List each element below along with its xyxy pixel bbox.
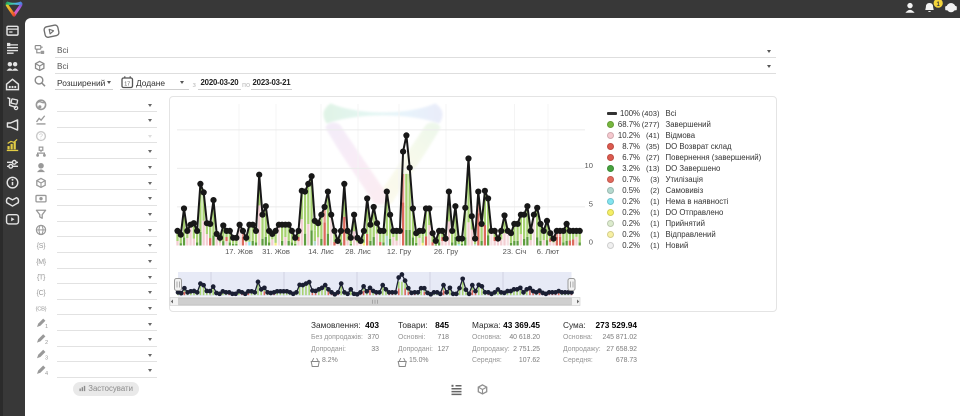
svg-text:23. Січ: 23. Січ	[503, 247, 527, 256]
svg-text:?: ?	[39, 134, 43, 141]
svg-text:17. Жов: 17. Жов	[225, 247, 253, 256]
svg-text:6. Лют: 6. Лют	[537, 247, 560, 256]
svg-text:14. Лис: 14. Лис	[308, 247, 334, 256]
svg-text:26. Гру: 26. Гру	[434, 247, 458, 256]
svg-text:17: 17	[124, 82, 130, 88]
svg-text:12. Гру: 12. Гру	[387, 247, 411, 256]
svg-text:4: 4	[45, 371, 48, 377]
svg-text:{S}: {S}	[37, 243, 46, 250]
svg-text:3: 3	[45, 355, 48, 361]
svg-text:{T}: {T}	[37, 274, 46, 281]
svg-text:28. Лис: 28. Лис	[345, 247, 371, 256]
svg-text:31. Жов: 31. Жов	[262, 247, 290, 256]
svg-text:{CB}: {CB}	[36, 307, 47, 313]
svg-text:2: 2	[45, 340, 48, 346]
svg-text:{M}: {M}	[36, 259, 47, 266]
svg-text:{C}: {C}	[37, 290, 47, 297]
svg-text:1: 1	[45, 324, 48, 330]
